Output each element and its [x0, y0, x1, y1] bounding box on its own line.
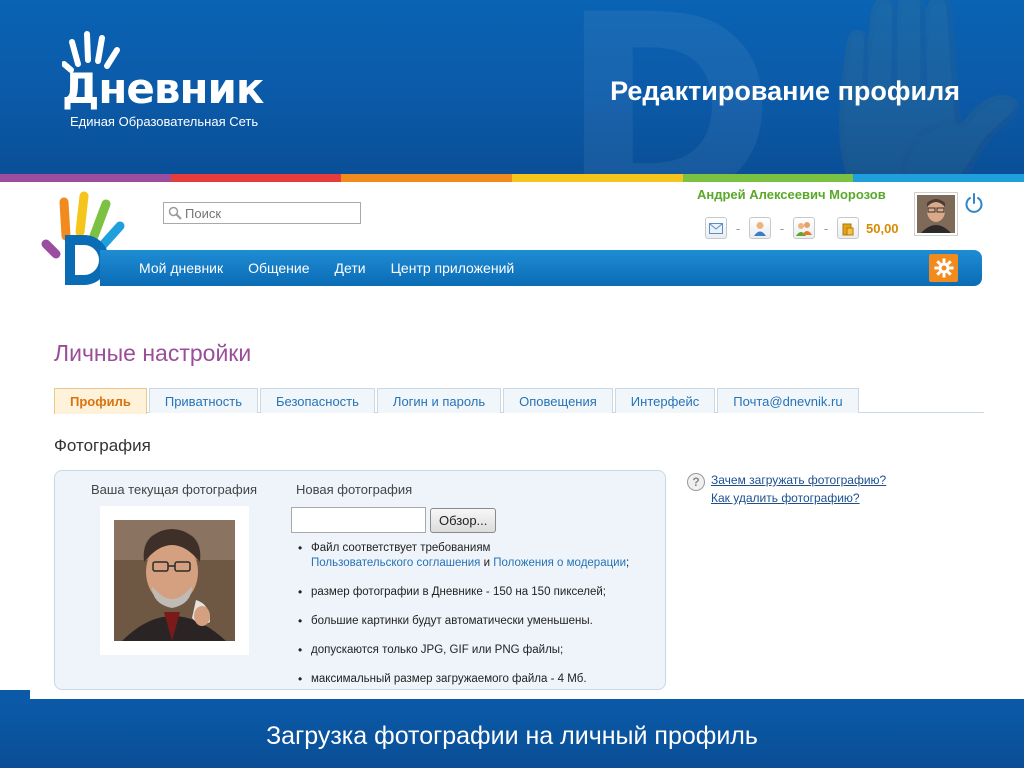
- current-photo-frame: [100, 506, 249, 655]
- list-item: Файл соответствует требованиям Пользоват…: [298, 541, 658, 571]
- search-input[interactable]: [185, 205, 345, 221]
- logo-subtitle: Единая Образовательная Сеть: [70, 114, 259, 129]
- why-upload-photo-link[interactable]: Зачем загружать фотографию?: [711, 473, 886, 487]
- list-item: большие картинки будут автоматически уме…: [298, 614, 658, 629]
- avatar[interactable]: [914, 192, 958, 236]
- file-path-input[interactable]: [291, 507, 426, 533]
- rule-text: Файл соответствует требованиям: [311, 542, 491, 554]
- rainbow-stripe: [0, 174, 1024, 182]
- friends-icon[interactable]: [793, 217, 815, 239]
- user-toolbar: - - - 50,00: [705, 217, 899, 239]
- logout-power-icon[interactable]: [963, 192, 985, 214]
- search-field[interactable]: [163, 202, 361, 224]
- section-title-photo: Фотография: [54, 436, 151, 455]
- logo-wordmark: Дневник: [62, 64, 264, 113]
- new-photo-label: Новая фотография: [296, 482, 413, 497]
- photo-requirements-list: Файл соответствует требованиям Пользоват…: [298, 541, 658, 701]
- mail-icon[interactable]: [705, 217, 727, 239]
- person-icon[interactable]: [749, 217, 771, 239]
- list-item: максимальный размер загружаемого файла -…: [298, 672, 658, 687]
- search-icon: [168, 206, 182, 220]
- nav-item-children[interactable]: Дети: [335, 260, 366, 276]
- balance-amount: 50,00: [866, 220, 899, 236]
- tab-interface[interactable]: Интерфейс: [614, 388, 716, 413]
- nav-item-communication[interactable]: Общение: [248, 260, 309, 276]
- separator: -: [735, 220, 741, 236]
- separator: -: [823, 220, 829, 236]
- photo-upload-panel: Ваша текущая фотография Новая фотография…: [54, 470, 666, 690]
- list-item: допускаются только JPG, GIF или PNG файл…: [298, 643, 658, 658]
- gear-icon: [934, 258, 953, 278]
- slide-header-banner: D ✋ Дневник Единая Образовательная Сеть …: [0, 0, 1024, 174]
- tab-mail[interactable]: Почта@dnevnik.ru: [717, 388, 859, 413]
- rule-and-text: и: [480, 557, 494, 569]
- page-title: Личные настройки: [54, 340, 252, 366]
- rule-end-text: ;: [626, 557, 630, 569]
- nav-item-app-center[interactable]: Центр приложений: [391, 260, 515, 276]
- browse-button[interactable]: Обзор...: [430, 508, 497, 533]
- slide-title: Редактирование профиля: [610, 76, 960, 106]
- avatar-photo: [917, 195, 955, 233]
- how-delete-photo-link[interactable]: Как удалить фотографию?: [711, 491, 860, 505]
- nav-item-my-diary[interactable]: Мой дневник: [139, 260, 223, 276]
- list-item: размер фотографии в Дневнике - 150 на 15…: [298, 585, 658, 600]
- slide-caption: Загрузка фотографии на личный профиль: [266, 722, 758, 750]
- settings-gear-button[interactable]: [929, 254, 958, 282]
- slide-caption-banner: Загрузка фотографии на личный профиль: [0, 699, 1024, 768]
- main-navbar: Мой дневник Общение Дети Центр приложени…: [100, 250, 982, 286]
- tab-notifications[interactable]: Оповещения: [503, 388, 613, 413]
- moderation-rules-link[interactable]: Положения о модерации: [493, 557, 626, 569]
- tab-profile[interactable]: Профиль: [54, 388, 147, 414]
- user-agreement-link[interactable]: Пользовательского соглашения: [311, 557, 480, 569]
- user-name-link[interactable]: Андрей Алексеевич Морозов: [697, 187, 886, 202]
- separator: -: [779, 220, 785, 236]
- current-profile-photo: [114, 520, 235, 641]
- current-photo-label: Ваша текущая фотография: [91, 482, 257, 497]
- tab-privacy[interactable]: Приватность: [148, 388, 258, 413]
- tab-login-password[interactable]: Логин и пароль: [376, 388, 502, 413]
- coins-icon[interactable]: [837, 217, 859, 239]
- settings-tabs: Профиль Приватность Безопасность Логин и…: [54, 388, 984, 414]
- question-icon: ?: [687, 473, 705, 491]
- tab-security[interactable]: Безопасность: [259, 388, 375, 413]
